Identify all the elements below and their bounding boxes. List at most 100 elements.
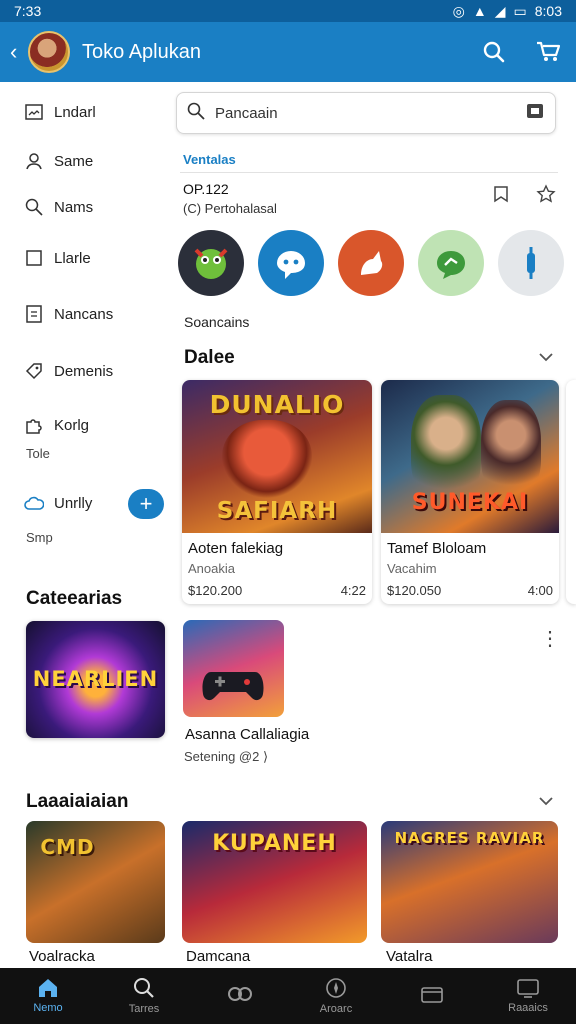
nav-search[interactable]: Tarres [96,968,192,1024]
nav-label: Nemo [33,1002,63,1014]
search-bar[interactable]: Pancaain [176,92,556,134]
sidebar-item-label: Llarle [54,249,91,267]
sidebar-item-home[interactable]: Lndarl [24,102,96,122]
more-vertical-icon[interactable]: ⋮ [540,629,560,649]
sidebar-item-label: Unrlly [54,494,93,512]
status-icons: ◎ ▲ ◢ ▭ 8:03 [453,3,562,20]
gamepad-icon [202,672,264,701]
search-input[interactable]: Pancaain [215,105,525,122]
game-card-price: $120.200 [188,583,243,598]
app-icon-5[interactable] [498,230,564,296]
game-card-image: DUNALIO SAFIARH [182,380,372,533]
document-icon [24,304,44,324]
sidebar-item-nams[interactable]: Nams [24,197,93,217]
app-title: Toko Aplukan [82,40,201,63]
star-icon[interactable] [536,184,556,209]
game-character [411,395,481,505]
nav-link[interactable] [192,968,288,1024]
app-icon-2[interactable] [258,230,324,296]
status-bar: 7:33 ◎ ▲ ◢ ▭ 8:03 [0,0,576,22]
game-tile-art: CMD [40,835,95,859]
status-right-time: 8:03 [534,3,562,19]
game-card-peek[interactable] [566,380,576,604]
game-tile-art: KUPANEH [212,831,337,856]
signal-icon: ◢ [494,2,506,19]
sidebar-item-label: Demenis [54,362,114,380]
sidebar-item-korlg[interactable]: Korlg [24,415,89,435]
section-title-dalee: Dalee [184,347,235,368]
game-art-title: DUNALIO [209,390,345,419]
location-icon: ◎ [452,2,465,19]
app-icon-4[interactable] [418,230,484,296]
game-tile[interactable]: CMD [26,821,165,943]
cloud-icon [24,493,44,513]
link-icon [228,987,252,1001]
game-card-rating: 4:22 [340,583,366,598]
info-line-1: OP.122 [183,181,229,197]
nav-label: Raaaics [508,1002,548,1014]
avatar[interactable] [28,31,70,73]
status-time: 7:33 [14,3,42,19]
sidebar-item-sublabel: Smp [26,530,53,545]
search-icon[interactable] [476,34,512,70]
game-card-title: Tamef Bloloam [387,540,487,557]
bottom-navigation: Nemo Tarres Aroarc Raaaics [0,968,576,1024]
section-title-categories: Cateearias [26,588,123,609]
tab-ventalas[interactable]: Ventalas [183,152,236,167]
sidebar-item-same[interactable]: Same [24,151,93,171]
sidebar-item-label: Nams [54,198,94,216]
sidebar-item-sublabel: Tole [26,446,50,461]
puzzle-icon [24,415,44,435]
chevron-down-icon[interactable] [538,350,554,368]
category-item-title: Asanna Callaliagia [185,726,310,743]
search-icon [134,978,154,998]
game-card[interactable]: SUNEKAI Tamef Bloloam Vacahim $120.050 4… [381,380,559,604]
battery-icon: ▭ [513,2,527,19]
nav-screen[interactable]: Raaaics [480,968,576,1024]
game-art-title: SUNEKAI [411,490,529,515]
game-card-title: Aoten falekiag [188,540,284,557]
bookmark-icon[interactable] [492,185,510,208]
folder-icon [421,987,443,1003]
game-tile-title: Voalracka [29,948,95,965]
user-icon [24,151,44,171]
sidebar-item-demenis[interactable]: Demenis [24,361,113,381]
info-line-2: (C) Pertohalasal [183,201,277,216]
sidebar-item-label: Nancans [54,305,114,323]
scan-icon[interactable] [525,102,545,125]
add-button[interactable]: + [128,489,164,519]
nav-label: Tarres [128,1003,160,1015]
nav-folder[interactable] [384,968,480,1024]
square-icon [24,248,44,268]
sidebar-item-nancans[interactable]: Nancans [24,304,113,324]
game-card[interactable]: DUNALIO SAFIARH Aoten falekiag Anoakia $… [182,380,372,604]
game-card-rating: 4:00 [527,583,553,598]
cart-icon[interactable] [530,34,566,70]
game-tile-art: NAGRES RAVIAR [394,829,545,847]
nav-explore[interactable]: Aroarc [288,968,384,1024]
app-icon-3[interactable] [338,230,404,296]
game-tile[interactable]: KUPANEH [182,821,367,943]
category-item-image[interactable] [183,620,284,717]
game-character [222,420,312,500]
divider [180,172,558,173]
sidebar-item-label: Same [54,152,94,170]
game-card-image: SUNEKAI [381,380,559,533]
category-item-subtitle: Setening @2 ⟩ [184,749,269,764]
app-icon-1[interactable] [178,230,244,296]
nav-home[interactable]: Nemo [0,968,96,1024]
back-icon[interactable]: ‹ [10,39,26,65]
game-tile-title: Vatalra [386,948,433,965]
app-bar: ‹ Toko Aplukan [0,22,576,82]
sidebar-item-llarle[interactable]: Llarle [24,248,91,268]
game-tile[interactable]: NAGRES RAVIAR [381,821,558,943]
game-card-price: $120.050 [387,583,442,598]
game-tile-title: Damcana [186,948,251,965]
category-banner[interactable]: NEARLIEN [26,621,165,738]
screen-icon [517,979,539,998]
sidebar-item-unrlly[interactable]: Unrlly [24,493,92,513]
tag-icon [24,361,44,381]
image-icon [24,102,44,122]
chevron-down-icon[interactable] [538,794,554,812]
search-icon [187,102,205,125]
